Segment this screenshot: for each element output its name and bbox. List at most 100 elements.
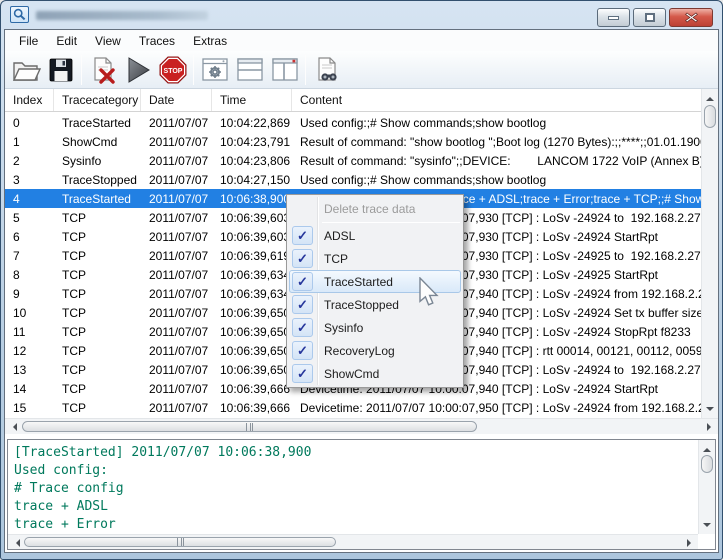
start-trace-button[interactable] bbox=[120, 53, 155, 87]
table-horizontal-scroll-thumb[interactable] bbox=[22, 421, 477, 432]
cell-index: 2 bbox=[5, 154, 54, 168]
cell-time: 10:06:39,650 bbox=[212, 306, 292, 320]
menu-view[interactable]: View bbox=[86, 31, 130, 51]
column-header-content[interactable]: Content bbox=[292, 89, 701, 111]
table-row[interactable]: 2 Sysinfo 2011/07/07 10:04:23,806 Result… bbox=[5, 151, 701, 170]
detail-horizontal-scroll-thumb[interactable] bbox=[24, 537, 336, 547]
menu-check-item[interactable]: ✓ RecoveryLog bbox=[289, 339, 461, 362]
cell-index: 7 bbox=[5, 249, 54, 263]
thumb-grip-icon bbox=[177, 538, 184, 546]
scroll-up-icon[interactable] bbox=[706, 93, 714, 101]
cell-date: 2011/07/07 bbox=[141, 401, 212, 415]
cell-index: 9 bbox=[5, 287, 54, 301]
menu-item-label: TraceStarted bbox=[324, 275, 393, 289]
cell-content: Result of command: "sysinfo";;DEVICE: LA… bbox=[292, 154, 701, 168]
cell-content: Devicetime: 2011/07/07 10:00:07,950 [TCP… bbox=[292, 401, 701, 415]
checkmark-icon[interactable]: ✓ bbox=[292, 272, 313, 291]
scroll-right-icon[interactable] bbox=[687, 539, 695, 547]
menu-item-label: TraceStopped bbox=[324, 298, 399, 312]
scroll-up-icon[interactable] bbox=[703, 444, 711, 452]
column-header-tracecategory[interactable]: Tracecategory bbox=[54, 89, 141, 111]
menu-check-item[interactable]: ✓ ShowCmd bbox=[289, 362, 461, 385]
trace-detail-text[interactable]: [TraceStarted] 2011/07/07 10:06:38,900 U… bbox=[9, 441, 697, 533]
menu-check-item[interactable]: ✓ Sysinfo bbox=[289, 316, 461, 339]
cell-time: 10:06:39,650 bbox=[212, 363, 292, 377]
scroll-down-icon[interactable] bbox=[703, 523, 711, 531]
cell-time: 10:06:39,666 bbox=[212, 382, 292, 396]
menu-check-item[interactable]: ✓ TCP bbox=[289, 247, 461, 270]
menu-extras[interactable]: Extras bbox=[184, 31, 236, 51]
column-header-date[interactable]: Date bbox=[141, 89, 212, 111]
menu-edit[interactable]: Edit bbox=[47, 31, 86, 51]
cell-tracecategory: ShowCmd bbox=[54, 135, 141, 149]
column-header-index[interactable]: Index bbox=[5, 89, 54, 111]
app-magnifier-icon bbox=[10, 6, 29, 23]
cell-date: 2011/07/07 bbox=[141, 306, 212, 320]
table-row[interactable]: 0 TraceStarted 2011/07/07 10:04:22,869 U… bbox=[5, 113, 701, 132]
checkmark-icon[interactable]: ✓ bbox=[292, 226, 313, 245]
start-trace-icon bbox=[124, 56, 152, 84]
cell-tracecategory: TraceStarted bbox=[54, 116, 141, 130]
detail-vertical-scrollbar[interactable] bbox=[698, 440, 715, 534]
detail-horizontal-scrollbar[interactable] bbox=[8, 534, 698, 549]
table-horizontal-scrollbar[interactable] bbox=[5, 418, 718, 434]
cell-time: 10:06:39,634 bbox=[212, 287, 292, 301]
checkmark-icon[interactable]: ✓ bbox=[292, 364, 313, 383]
close-icon bbox=[685, 12, 698, 23]
cell-time: 10:04:22,869 bbox=[212, 116, 292, 130]
checkmark-icon[interactable]: ✓ bbox=[292, 249, 313, 268]
checkmark-icon[interactable]: ✓ bbox=[292, 318, 313, 337]
close-button[interactable] bbox=[669, 8, 713, 27]
table-row[interactable]: 15 TCP 2011/07/07 10:06:39,666 Devicetim… bbox=[5, 398, 701, 417]
open-trace-file-button[interactable] bbox=[8, 53, 43, 87]
minimize-button[interactable] bbox=[597, 8, 630, 27]
checkmark-icon[interactable]: ✓ bbox=[292, 295, 313, 314]
column-header-time[interactable]: Time bbox=[212, 89, 292, 111]
cell-index: 12 bbox=[5, 344, 54, 358]
cell-time: 10:06:39,666 bbox=[212, 401, 292, 415]
menu-check-item[interactable]: ✓ ADSL bbox=[289, 224, 461, 247]
scroll-left-icon[interactable] bbox=[9, 423, 17, 431]
split-vertical-view-button[interactable] bbox=[267, 53, 302, 87]
cell-tracecategory: TCP bbox=[54, 268, 141, 282]
cell-date: 2011/07/07 bbox=[141, 249, 212, 263]
minimize-icon bbox=[608, 16, 619, 20]
delete-trace-button[interactable] bbox=[85, 53, 120, 87]
cell-tracecategory: TCP bbox=[54, 211, 141, 225]
cell-index: 0 bbox=[5, 116, 54, 130]
cell-date: 2011/07/07 bbox=[141, 363, 212, 377]
table-row[interactable]: 1 ShowCmd 2011/07/07 10:04:23,791 Result… bbox=[5, 132, 701, 151]
cell-time: 10:04:23,791 bbox=[212, 135, 292, 149]
table-row[interactable]: 3 TraceStopped 2011/07/07 10:04:27,150 U… bbox=[5, 170, 701, 189]
cell-tracecategory: TCP bbox=[54, 363, 141, 377]
scroll-down-icon[interactable] bbox=[706, 407, 714, 415]
menu-traces[interactable]: Traces bbox=[130, 31, 184, 51]
cell-time: 10:06:39,603 bbox=[212, 211, 292, 225]
cell-index: 13 bbox=[5, 363, 54, 377]
scroll-right-icon[interactable] bbox=[707, 423, 715, 431]
menu-file[interactable]: File bbox=[10, 31, 47, 51]
trace-settings-button[interactable] bbox=[197, 53, 232, 87]
checkmark-icon[interactable]: ✓ bbox=[292, 341, 313, 360]
cell-date: 2011/07/07 bbox=[141, 116, 212, 130]
split-horizontal-view-button[interactable] bbox=[232, 53, 267, 87]
search-trace-button[interactable] bbox=[309, 53, 344, 87]
scroll-left-icon[interactable] bbox=[12, 539, 20, 547]
stop-trace-button[interactable]: STOP bbox=[155, 53, 190, 87]
menu-separator bbox=[322, 222, 460, 223]
detail-vertical-scroll-thumb[interactable] bbox=[701, 455, 713, 473]
title-bar[interactable] bbox=[1, 1, 722, 29]
restore-icon bbox=[645, 13, 655, 22]
toolbar-separator bbox=[305, 55, 306, 85]
menu-item-delete-trace-data[interactable]: Delete trace data bbox=[289, 197, 461, 221]
svg-text:STOP: STOP bbox=[163, 68, 182, 75]
menu-item-label: TCP bbox=[324, 252, 348, 266]
toolbar: STOP bbox=[5, 51, 718, 89]
toolbar-separator bbox=[81, 55, 82, 85]
save-trace-button[interactable] bbox=[43, 53, 78, 87]
maximize-button[interactable] bbox=[633, 8, 666, 27]
trace-detail-panel: [TraceStarted] 2011/07/07 10:06:38,900 U… bbox=[7, 439, 716, 550]
cell-date: 2011/07/07 bbox=[141, 268, 212, 282]
table-vertical-scroll-thumb[interactable] bbox=[704, 105, 716, 128]
table-vertical-scrollbar[interactable] bbox=[701, 89, 718, 418]
